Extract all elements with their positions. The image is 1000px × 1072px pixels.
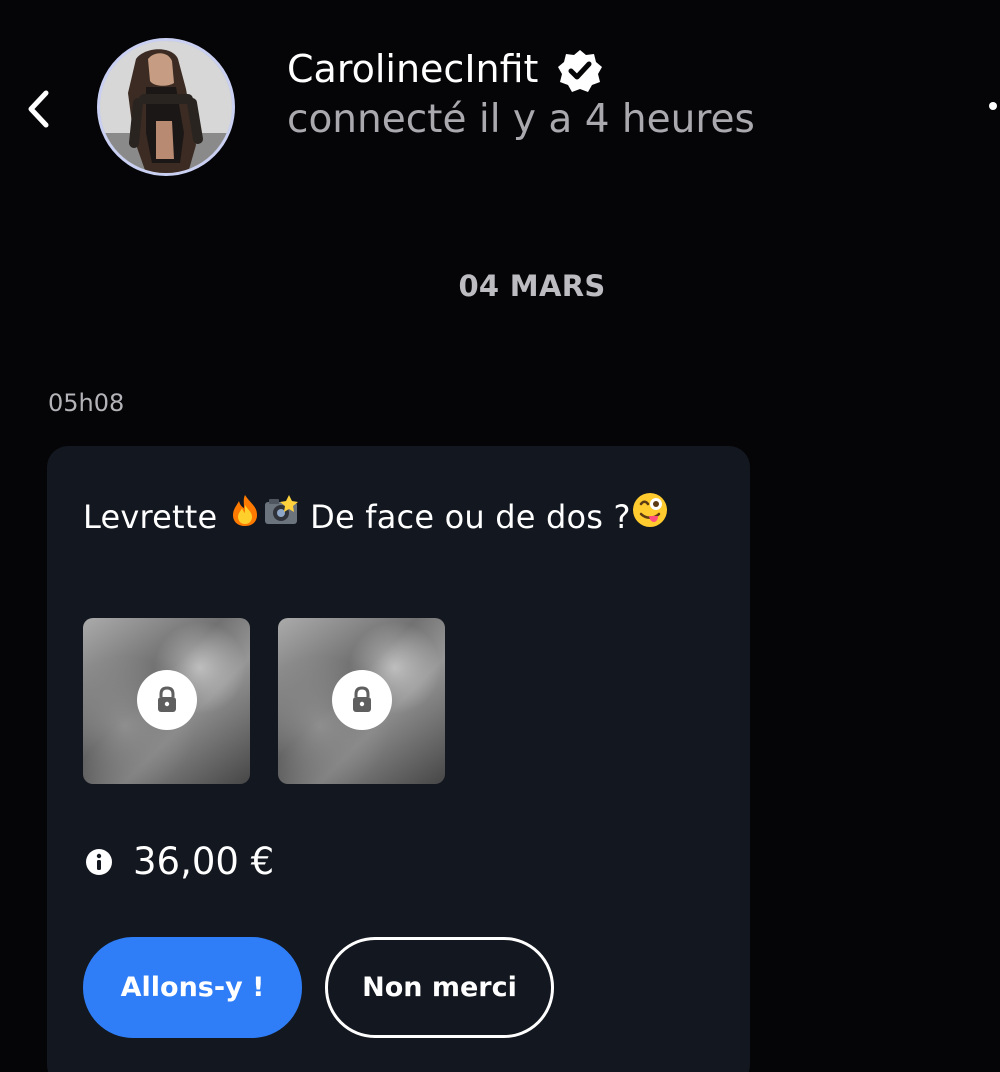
message-card: Levrette De face ou de dos ? 36,00 € All… — [47, 446, 750, 1072]
message-text-suffix: De face ou de dos ? — [299, 498, 631, 536]
avatar[interactable] — [97, 38, 235, 176]
message-text-prefix: Levrette — [83, 498, 228, 536]
verified-badge-icon — [558, 50, 602, 92]
accept-offer-button[interactable]: Allons-y ! — [83, 937, 302, 1038]
back-button[interactable] — [18, 86, 58, 132]
message-time: 05h08 — [48, 389, 125, 417]
display-name: CarolinecInfit — [287, 47, 539, 91]
presence-status: connecté il y a 4 heures — [287, 97, 755, 142]
decline-offer-button[interactable]: Non merci — [325, 937, 554, 1038]
price-label: 36,00 € — [133, 840, 275, 883]
locked-media-thumbnail[interactable] — [278, 618, 445, 784]
chat-screen: CarolinecInfit connecté il y a 4 heures … — [0, 0, 1000, 1072]
message-text: Levrette De face ou de dos ? — [83, 491, 669, 541]
more-options-icon[interactable] — [989, 102, 997, 110]
fire-emoji-icon — [228, 493, 262, 539]
profile-photo — [100, 41, 232, 173]
locked-media-thumbnail[interactable] — [83, 618, 250, 784]
lock-icon — [137, 670, 197, 730]
camera-flash-emoji-icon — [262, 493, 300, 539]
info-icon — [86, 849, 112, 875]
chevron-left-icon — [28, 90, 49, 128]
lock-icon — [332, 670, 392, 730]
winking-face-with-tongue-emoji-icon — [631, 491, 669, 541]
date-separator: 04 MARS — [458, 269, 606, 303]
price-row: 36,00 € — [85, 839, 274, 885]
